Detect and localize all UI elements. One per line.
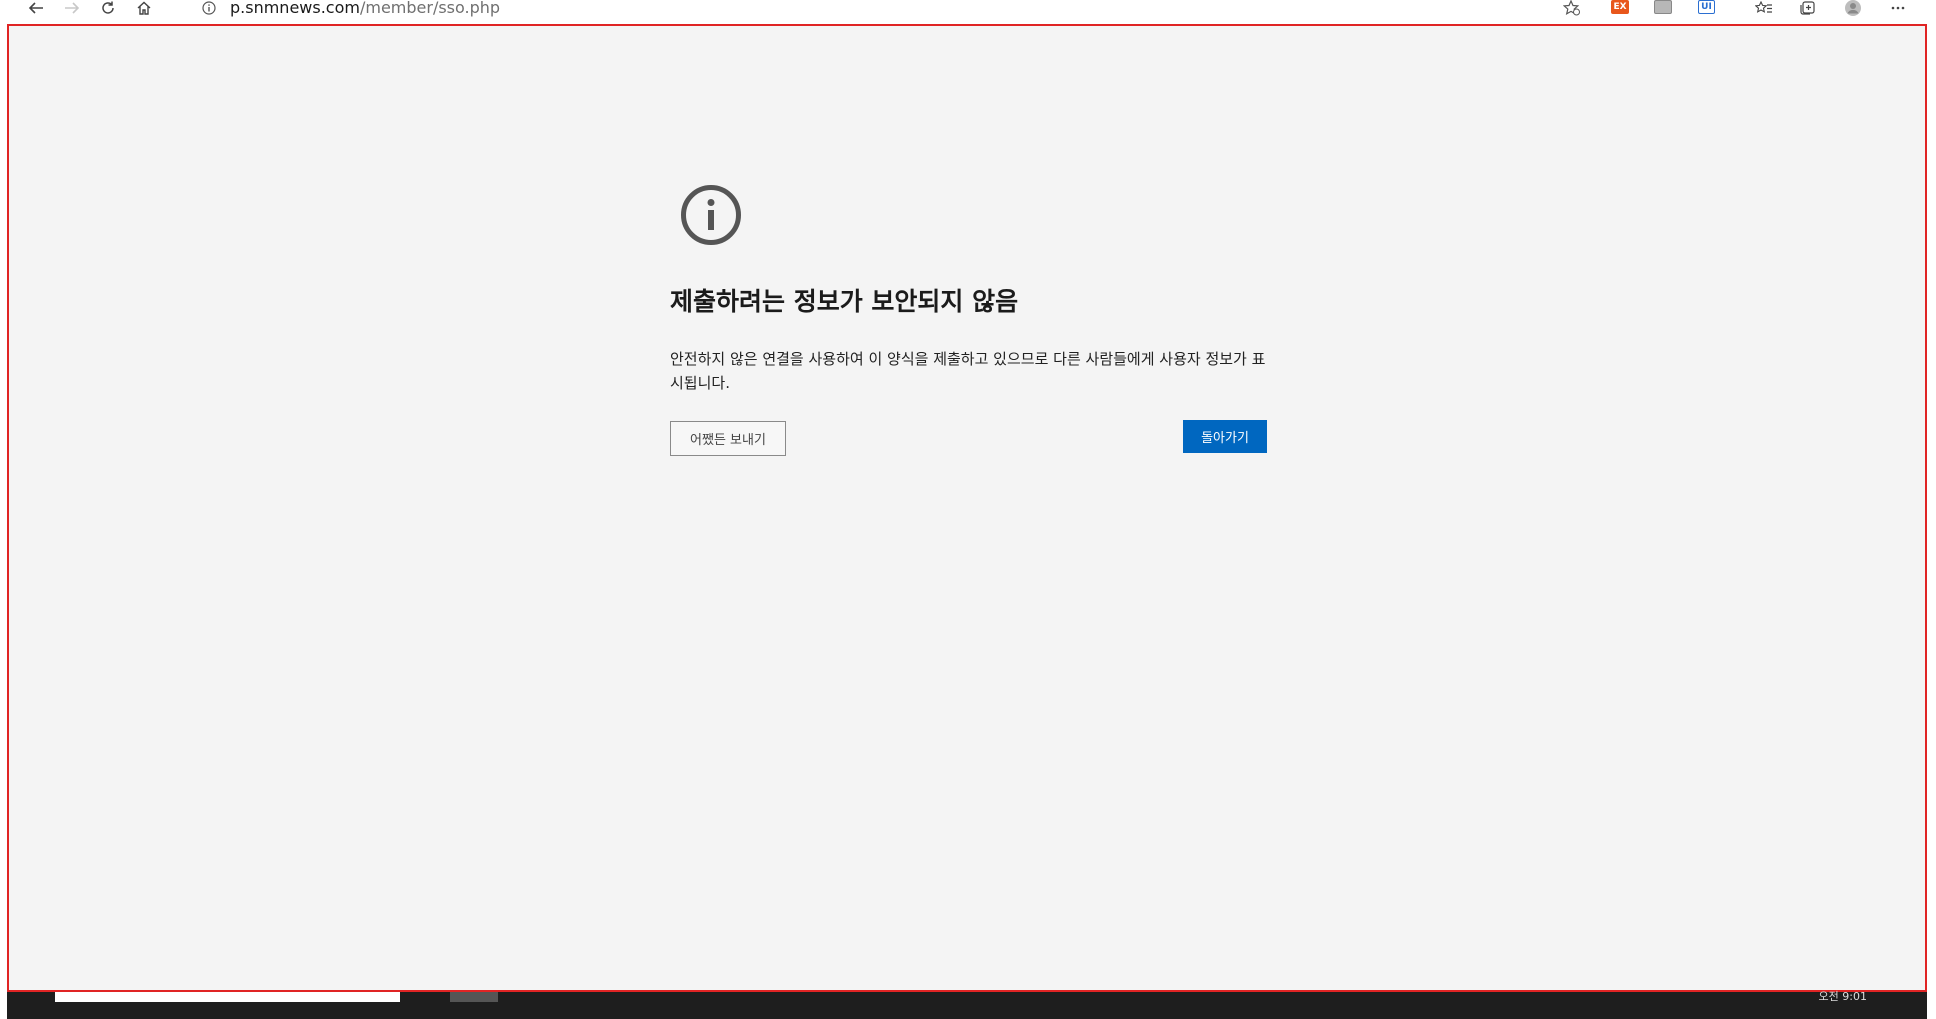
extension-gray-icon[interactable] bbox=[1654, 0, 1672, 14]
back-arrow-icon[interactable] bbox=[20, 0, 52, 16]
home-icon[interactable] bbox=[128, 0, 160, 16]
address-bar[interactable]: p.snmnews.com/member/sso.php bbox=[200, 0, 1560, 16]
taskbar-search-box[interactable] bbox=[55, 992, 400, 1002]
taskbar-app-button[interactable] bbox=[450, 992, 498, 1002]
forward-arrow-icon[interactable] bbox=[56, 0, 88, 16]
go-back-button[interactable]: 돌아가기 bbox=[1183, 420, 1267, 453]
url-host: p.snmnews.com bbox=[230, 0, 360, 17]
browser-toolbar: p.snmnews.com/member/sso.php EX UI bbox=[0, 0, 1936, 24]
extension-blue-icon[interactable]: UI bbox=[1698, 0, 1715, 14]
refresh-icon[interactable] bbox=[92, 0, 124, 16]
taskbar: 오전 9:01 bbox=[7, 990, 1927, 1019]
more-menu-icon[interactable] bbox=[1882, 0, 1914, 16]
page-title: 제출하려는 정보가 보안되지 않음 bbox=[670, 287, 1019, 316]
add-favorite-icon[interactable] bbox=[1556, 0, 1588, 16]
favorites-icon[interactable] bbox=[1748, 0, 1780, 16]
info-circle-icon bbox=[680, 184, 742, 250]
info-circle-icon[interactable] bbox=[200, 1, 218, 15]
warning-description: 안전하지 않은 연결을 사용하여 이 양식을 제출하고 있으므로 다른 사람들에… bbox=[670, 350, 1266, 392]
extension-orange-icon[interactable]: EX bbox=[1611, 0, 1629, 14]
address-url[interactable]: p.snmnews.com/member/sso.php bbox=[230, 0, 501, 17]
profile-avatar-icon[interactable] bbox=[1837, 0, 1869, 16]
send-anyway-button[interactable]: 어쨌든 보내기 bbox=[670, 421, 786, 456]
collections-icon[interactable] bbox=[1792, 0, 1824, 16]
taskbar-clock: 오전 9:01 bbox=[1818, 990, 1867, 1003]
url-path: /member/sso.php bbox=[359, 0, 501, 17]
page-viewport: 제출하려는 정보가 보안되지 않음 안전하지 않은 연결을 사용하여 이 양식을… bbox=[7, 24, 1927, 992]
